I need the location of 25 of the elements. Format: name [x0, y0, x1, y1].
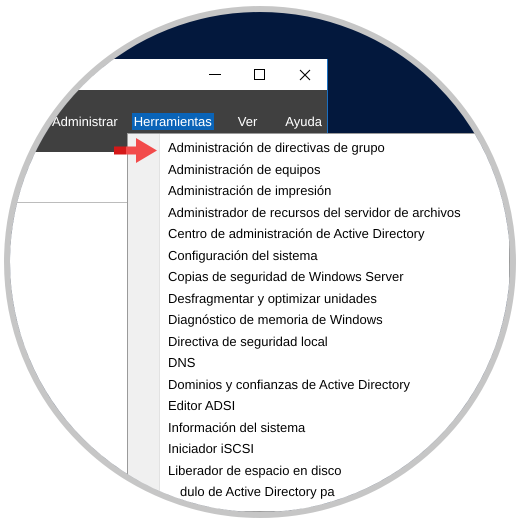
- menu-item[interactable]: Herramientas: [132, 112, 214, 130]
- menu-item[interactable]: Ayuda: [283, 112, 324, 130]
- menu-item[interactable]: Centro de administración de Active Directory: [168, 223, 461, 244]
- menu-item[interactable]: Liberador de espacio en disco: [168, 460, 461, 481]
- close-icon: [298, 68, 310, 80]
- minimize-icon: [208, 74, 220, 75]
- menu-item[interactable]: Desfragmentar y optimizar unidades: [168, 288, 461, 309]
- menu-item[interactable]: Administrador de recursos del servidor de archivos: [168, 202, 461, 223]
- maximize-icon: [254, 68, 266, 80]
- menu-item[interactable]: Información del sistema: [168, 416, 461, 438]
- menu-item[interactable]: Administrar: [50, 112, 120, 130]
- menu-item[interactable]: Diagnóstico de memoria de Windows: [168, 309, 461, 330]
- menu-item[interactable]: dulo de Active Directory pa: [168, 481, 461, 502]
- menu-item[interactable]: Administración de impresión: [168, 180, 461, 202]
- menu-item[interactable]: Directiva de seguridad local: [168, 330, 461, 352]
- menu-item[interactable]: Dominios y confianzas de Active Directory: [168, 374, 461, 395]
- menu-item[interactable]: DNS: [168, 352, 461, 374]
- menu-item[interactable]: Administración de directivas de grupo: [168, 137, 461, 158]
- arrow-icon: [114, 138, 158, 163]
- menu-item[interactable]: Iniciador iSCSI: [168, 438, 461, 460]
- menu-item[interactable]: Administración de equipos: [168, 158, 461, 180]
- menu-item[interactable]: Copias de seguridad de Windows Server: [168, 266, 461, 288]
- menu-item[interactable]: Editor ADSI: [168, 395, 461, 416]
- menu-item[interactable]: Configuración del sistema: [168, 244, 461, 266]
- menu-item[interactable]: Ver: [236, 112, 260, 130]
